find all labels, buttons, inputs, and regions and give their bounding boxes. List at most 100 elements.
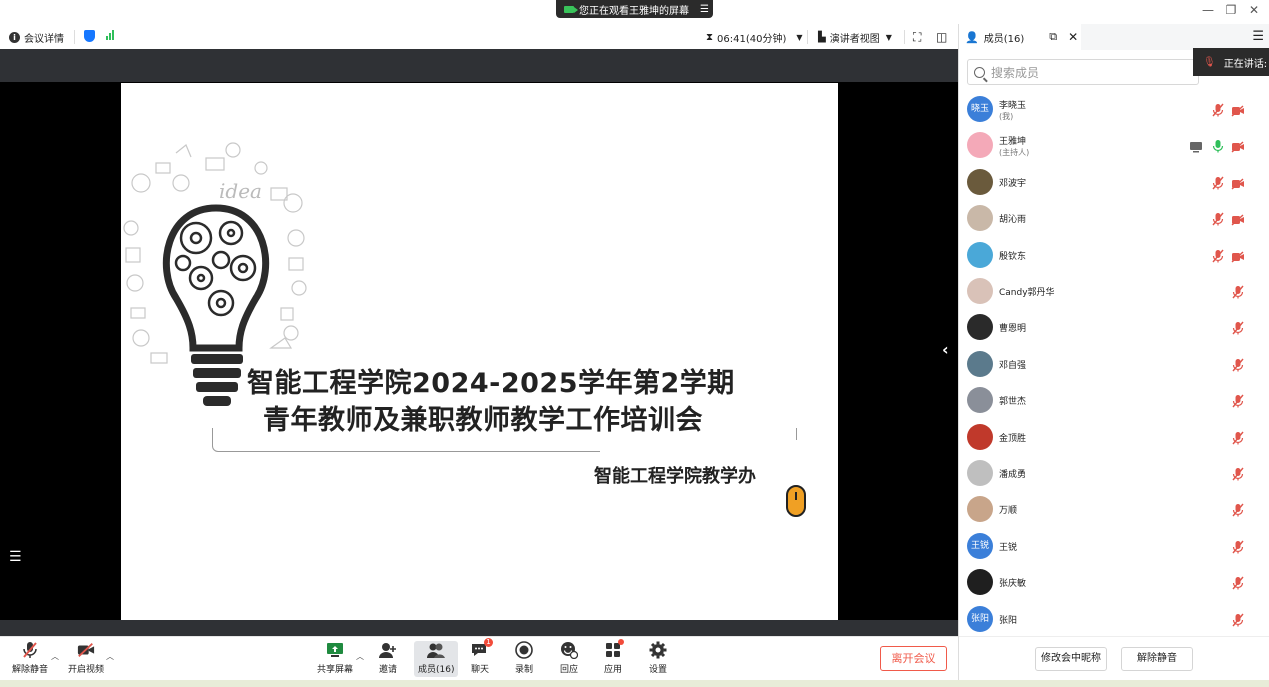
- network-status[interactable]: [106, 30, 114, 40]
- restore-icon[interactable]: ❐: [1221, 3, 1241, 17]
- presentation-slide: idea: [121, 83, 838, 620]
- mic-muted-icon[interactable]: [1231, 575, 1245, 590]
- member-name: 潘成勇: [999, 470, 1027, 480]
- view-mode-selector[interactable]: ▙ 演讲者视图 ▼: [818, 30, 892, 45]
- member-row[interactable]: 张阳 张阳: [959, 601, 1269, 637]
- member-row[interactable]: 邓波宇: [959, 164, 1269, 200]
- mic-muted-icon[interactable]: [1211, 175, 1225, 190]
- mic-active-icon[interactable]: [1211, 138, 1225, 153]
- settings-button[interactable]: 设置: [649, 641, 667, 675]
- record-button[interactable]: 录制: [515, 641, 533, 675]
- chat-icon: 1: [471, 638, 493, 659]
- member-name: 金顶胜: [999, 433, 1027, 444]
- member-name: 曹恩明: [999, 324, 1027, 335]
- camera-off-icon[interactable]: [1231, 211, 1245, 226]
- minimize-icon[interactable]: —: [1198, 3, 1218, 17]
- chevron-up-icon[interactable]: ︿: [106, 651, 114, 662]
- members-tab[interactable]: 👤 成员(16) ⧉ ✕: [959, 24, 1081, 50]
- member-row[interactable]: 王锐 王锐: [959, 528, 1269, 564]
- mic-muted-icon[interactable]: [1231, 357, 1245, 372]
- side-panel-icon[interactable]: ◫: [936, 30, 947, 44]
- fullscreen-icon[interactable]: ⛶: [913, 30, 921, 45]
- slide-organizer: 智能工程学院教学办: [594, 466, 756, 487]
- list-icon[interactable]: ☰: [9, 549, 22, 565]
- meeting-timer[interactable]: ⧗ 06:41(40分钟) ▼: [706, 30, 803, 45]
- mic-muted-icon[interactable]: [1231, 430, 1245, 445]
- popout-icon[interactable]: ⧉: [1049, 30, 1057, 44]
- apps-button[interactable]: 应用: [604, 639, 624, 675]
- mic-muted-icon[interactable]: [1211, 211, 1225, 226]
- signal-icon: [106, 30, 114, 40]
- avatar: [967, 205, 993, 232]
- close-icon[interactable]: ✕: [1068, 30, 1078, 44]
- member-row[interactable]: 王雅坤 (主持人): [959, 127, 1269, 163]
- member-row[interactable]: 郭世杰: [959, 382, 1269, 418]
- mic-muted-icon[interactable]: [1211, 248, 1225, 263]
- chat-button[interactable]: 1 聊天: [471, 638, 493, 675]
- mic-muted-icon[interactable]: [1231, 466, 1245, 481]
- camera-off-icon[interactable]: [1231, 248, 1245, 263]
- member-row[interactable]: 殷钦东: [959, 237, 1269, 273]
- chat-label: 聊天: [471, 665, 490, 675]
- mic-muted-icon[interactable]: [1231, 393, 1245, 408]
- members-button[interactable]: 成员(16): [414, 641, 459, 677]
- mic-muted-icon[interactable]: [1231, 612, 1245, 627]
- camera-off-icon[interactable]: [1231, 102, 1245, 117]
- mic-muted-icon[interactable]: [1231, 539, 1245, 554]
- avatar: [967, 350, 993, 377]
- bottom-toolbar: 解除静音 ︿ 开启视频 ︿ 共享屏幕 ︿ 邀请 成员(16) 1 聊天 录制 回…: [0, 636, 958, 680]
- reaction-button[interactable]: 回应: [560, 641, 578, 675]
- member-search-input[interactable]: 搜索成员: [967, 59, 1199, 85]
- menu-icon[interactable]: ☰: [1252, 29, 1264, 44]
- member-row[interactable]: 邓自强: [959, 346, 1269, 382]
- member-name: 殷钦东: [999, 251, 1027, 262]
- mic-muted-icon[interactable]: [1231, 502, 1245, 517]
- member-row[interactable]: 张庆敏: [959, 564, 1269, 600]
- chevron-up-icon[interactable]: ︿: [51, 651, 59, 662]
- member-row[interactable]: 晓玉 李晓玉 (我): [959, 91, 1269, 127]
- share-screen-button[interactable]: 共享屏幕: [317, 641, 353, 675]
- layout-icon: ▙: [818, 32, 826, 43]
- member-name: Candy郭丹华: [999, 288, 1055, 298]
- bracket-mask: [600, 440, 800, 460]
- close-icon[interactable]: ✕: [1244, 3, 1264, 17]
- member-row[interactable]: 胡沁雨: [959, 200, 1269, 236]
- security-status[interactable]: [84, 30, 95, 42]
- member-row[interactable]: 潘成勇: [959, 455, 1269, 491]
- chevron-left-icon[interactable]: ‹: [942, 340, 949, 359]
- mic-muted-icon[interactable]: [1211, 102, 1225, 117]
- start-video-button[interactable]: 开启视频: [68, 641, 104, 675]
- chevron-down-icon: ▼: [885, 33, 892, 42]
- unmute-all-button[interactable]: 解除静音: [1121, 647, 1193, 671]
- shield-icon: [84, 30, 95, 42]
- member-row[interactable]: 曹恩明: [959, 309, 1269, 345]
- avatar: 王锐: [967, 532, 993, 559]
- leave-meeting-button[interactable]: 离开会议: [880, 646, 947, 671]
- mic-muted-icon[interactable]: [1231, 284, 1245, 299]
- mic-muted-icon: [21, 641, 39, 659]
- avatar: 张阳: [967, 605, 993, 632]
- screen-share-icon[interactable]: [1189, 138, 1203, 153]
- divider: [904, 30, 905, 44]
- camera-off-icon[interactable]: [1231, 175, 1245, 190]
- divider: [807, 30, 808, 44]
- member-name: 胡沁雨: [999, 215, 1027, 226]
- unmute-button[interactable]: 解除静音: [12, 641, 48, 675]
- avatar: [967, 423, 993, 450]
- member-row[interactable]: Candy郭丹华: [959, 273, 1269, 309]
- title-bar: 您正在观看王雅坤的屏幕 ☰ — ❐ ✕: [0, 0, 1269, 24]
- invite-button[interactable]: 邀请: [379, 641, 397, 675]
- member-role: (主持人): [999, 148, 1030, 158]
- mic-muted-icon[interactable]: [1231, 320, 1245, 335]
- chevron-up-icon[interactable]: ︿: [356, 651, 364, 662]
- camera-off-icon[interactable]: [1231, 138, 1245, 153]
- members-panel-footer: 修改会中昵称 解除静音: [959, 636, 1269, 680]
- rename-button[interactable]: 修改会中昵称: [1035, 647, 1107, 671]
- member-row[interactable]: 万顺: [959, 491, 1269, 527]
- view-mode-label: 演讲者视图: [829, 34, 880, 45]
- meeting-details-button[interactable]: i 会议详情: [9, 30, 64, 45]
- share-banner[interactable]: 您正在观看王雅坤的屏幕 ☰: [556, 0, 713, 18]
- camera-icon: [564, 5, 578, 13]
- member-row[interactable]: 金顶胜: [959, 419, 1269, 455]
- share-banner-text: 您正在观看王雅坤的屏幕: [579, 5, 689, 17]
